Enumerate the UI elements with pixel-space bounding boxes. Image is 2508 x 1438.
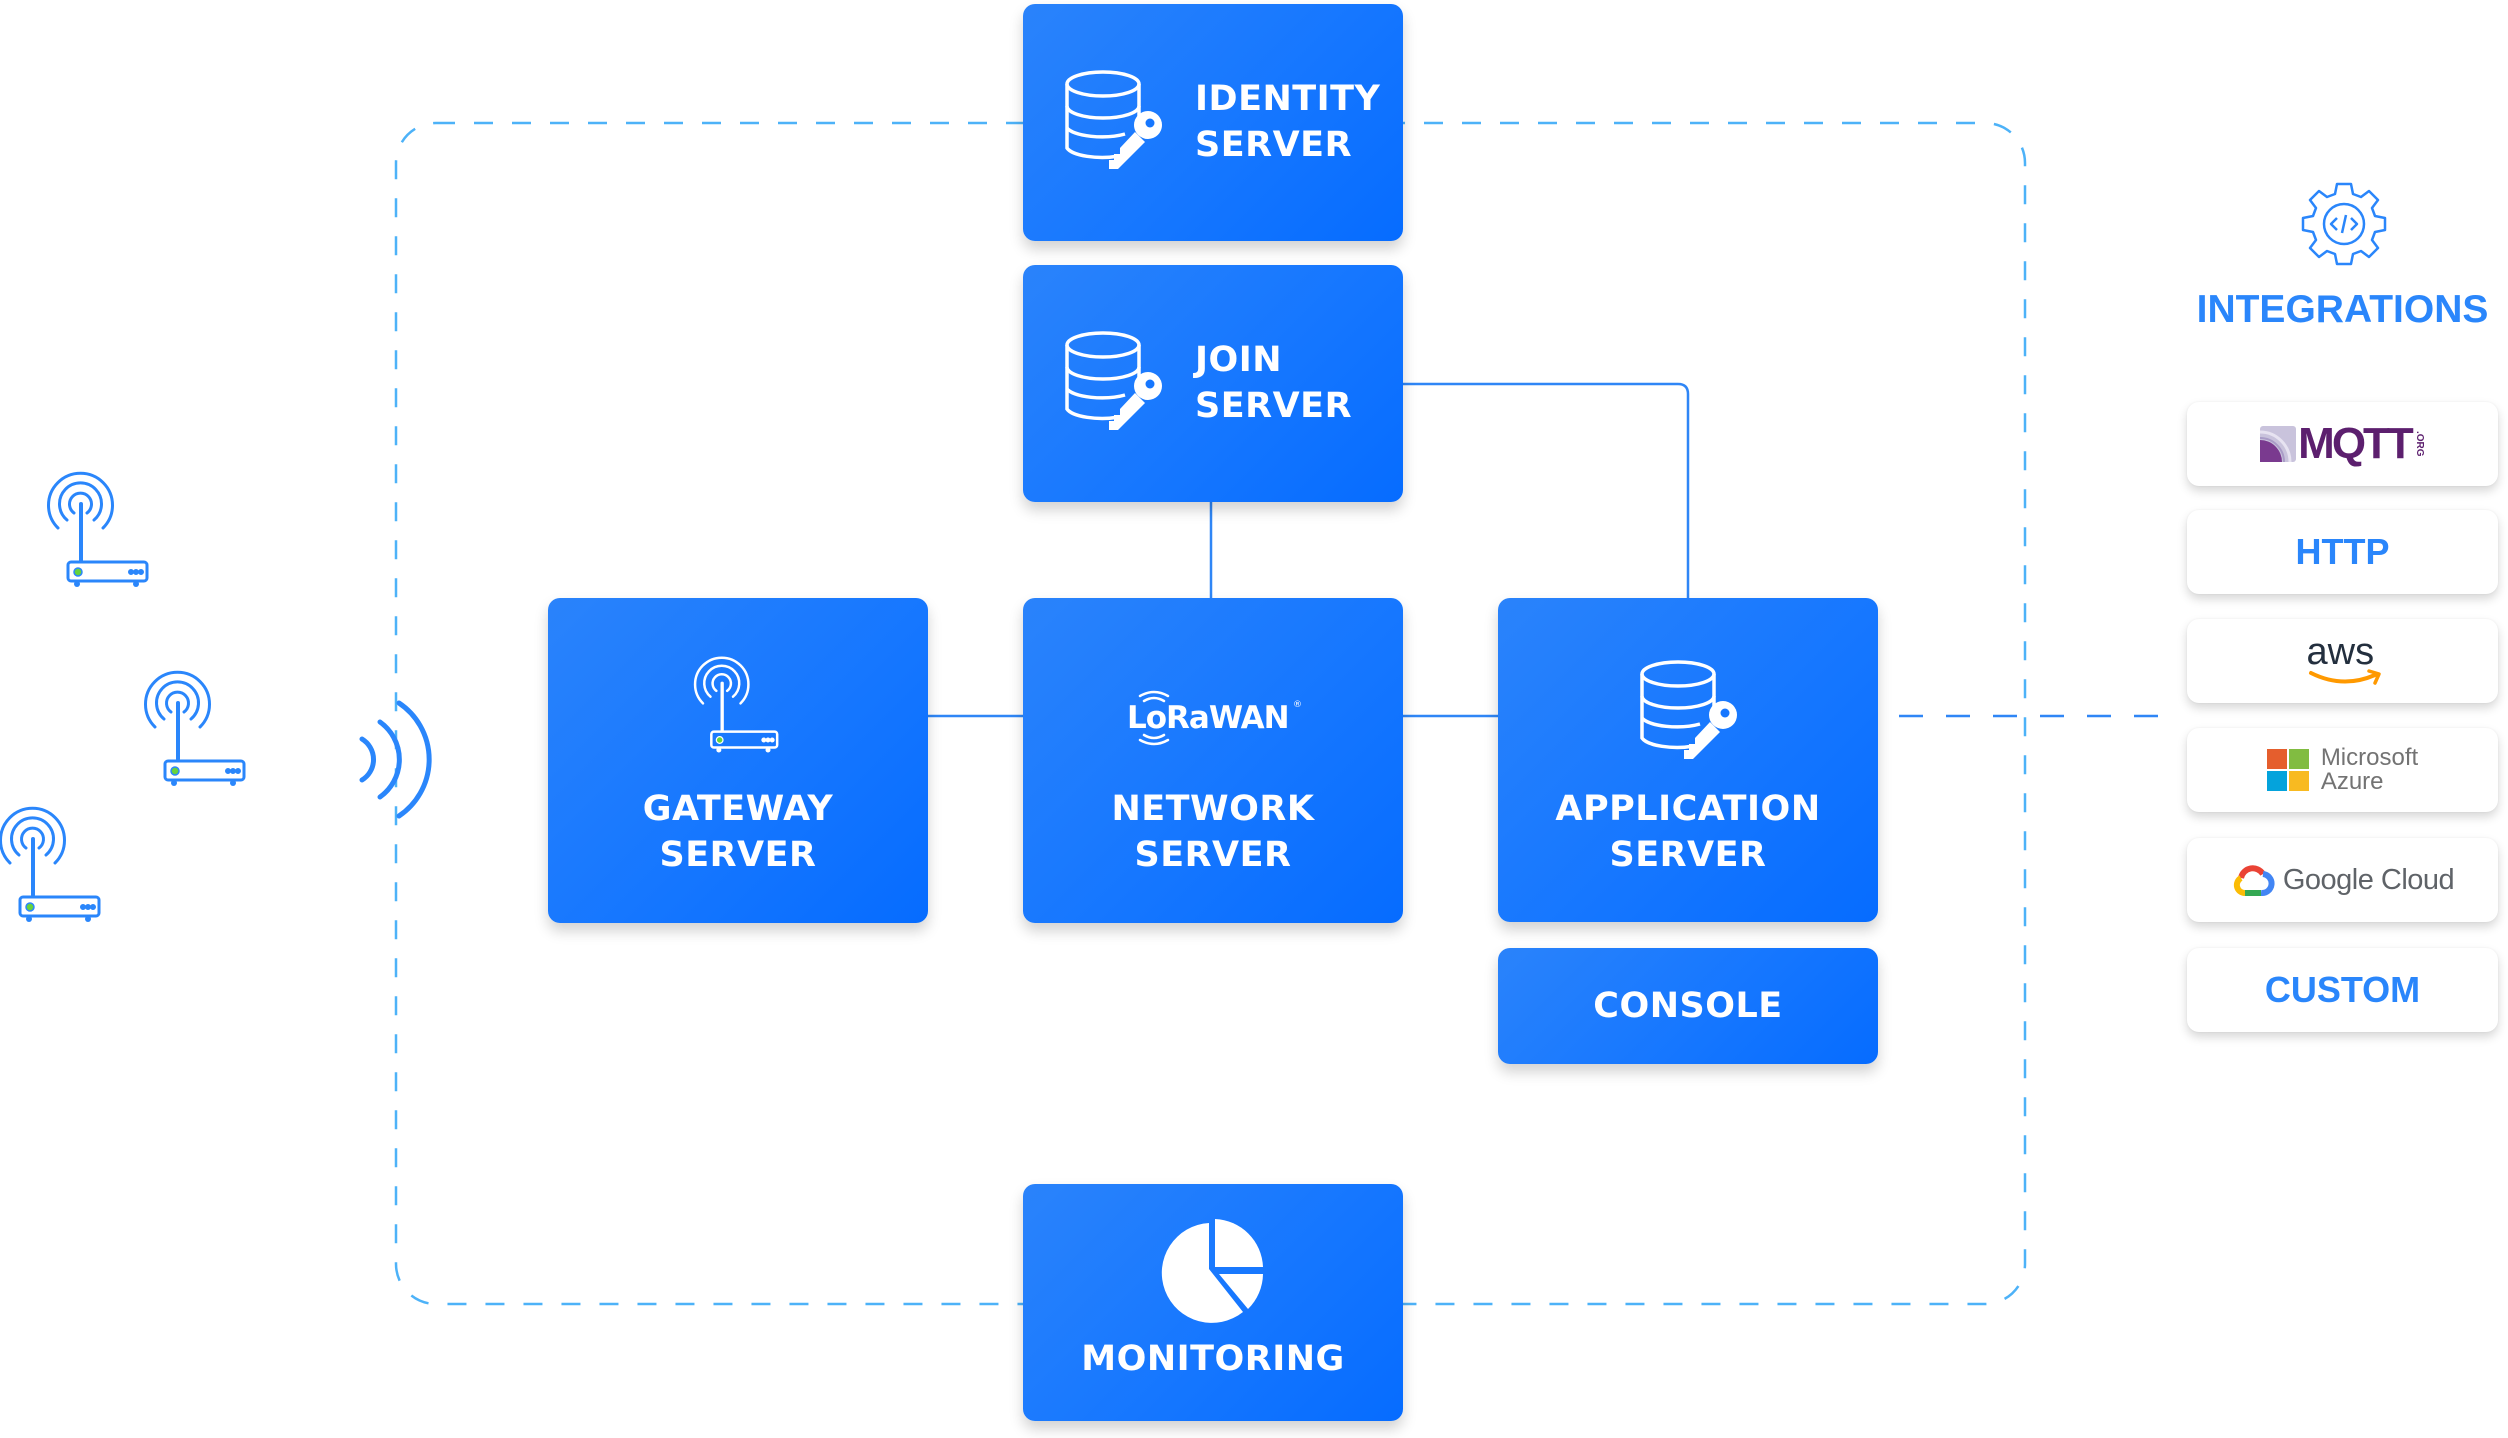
database-key-icon — [1065, 331, 1162, 430]
application-server-line1: APPLICATION — [1555, 789, 1821, 829]
gateway-router-icon — [693, 656, 779, 753]
router-antenna-icon — [0, 806, 101, 922]
http-label: HTTP — [2295, 531, 2390, 572]
identity-server-box[interactable]: IDENTITY SERVER — [1023, 4, 1403, 241]
console-label: CONSOLE — [1593, 986, 1783, 1026]
radio-waves-icon — [359, 700, 432, 819]
azure-label-line2: Azure — [2320, 768, 2384, 795]
gateway-device-2[interactable] — [137, 661, 257, 791]
integration-http[interactable]: HTTP — [2187, 510, 2498, 594]
gateway-server-line1: GATEWAY — [642, 789, 834, 829]
integration-mqtt[interactable]: MQTT .ORG — [2187, 402, 2498, 486]
gateway-device-1[interactable] — [40, 462, 160, 592]
mqtt-label: MQTT — [2298, 419, 2414, 468]
identity-server-line1: IDENTITY — [1195, 79, 1381, 119]
router-antenna-icon — [47, 471, 149, 587]
network-server-line2: SERVER — [1134, 835, 1292, 875]
monitoring-box[interactable]: MONITORING — [1023, 1184, 1403, 1421]
network-server-line1: NETWORK — [1111, 789, 1315, 829]
console-box[interactable]: CONSOLE — [1498, 948, 1878, 1064]
google-cloud-label: Google Cloud — [2282, 863, 2455, 896]
monitoring-label: MONITORING — [1081, 1339, 1345, 1379]
router-antenna-icon — [144, 670, 246, 786]
gateway-server-label: GATEWAY SERVER — [548, 786, 928, 878]
integration-google-cloud[interactable]: Google Cloud — [2187, 838, 2498, 922]
azure-label-line1: Microsoft — [2320, 744, 2419, 771]
application-server-label: APPLICATION SERVER — [1498, 786, 1878, 878]
gateway-server-box[interactable]: GATEWAY SERVER — [548, 598, 928, 923]
application-server-line2: SERVER — [1609, 835, 1767, 875]
aws-smile-icon — [2308, 669, 2381, 685]
microsoft-squares-icon — [2266, 749, 2309, 791]
database-key-icon — [1065, 70, 1162, 169]
join-server-line2: SERVER — [1195, 386, 1353, 426]
mqtt-signal-icon — [2260, 426, 2297, 463]
google-cloud-logo: Google Cloud — [2231, 863, 2455, 897]
join-server-label: JOIN SERVER — [1195, 337, 1352, 429]
aws-logo: aws — [2303, 631, 2383, 689]
custom-label: CUSTOM — [2264, 969, 2421, 1010]
azure-logo: Microsoft Azure — [2266, 744, 2419, 795]
mqtt-logo: MQTT .ORG — [2260, 419, 2425, 468]
integration-custom[interactable]: CUSTOM — [2187, 948, 2498, 1032]
gear-code-icon — [2301, 182, 2387, 266]
mqtt-org-label: .ORG — [2413, 431, 2425, 457]
identity-server-label: IDENTITY SERVER — [1195, 76, 1380, 168]
identity-server-line2: SERVER — [1195, 125, 1353, 165]
lorawan-trademark: ® — [1293, 700, 1302, 710]
database-key-icon — [1640, 660, 1737, 759]
network-server-box[interactable]: LoRaWAN ® NETWORK SERVER — [1023, 598, 1403, 923]
gateway-device-3[interactable] — [0, 797, 112, 927]
lorawan-logo: LoRaWAN ® — [1127, 688, 1302, 748]
lorawan-logo-text: LoRaWAN — [1127, 700, 1290, 736]
application-server-box[interactable]: APPLICATION SERVER — [1498, 598, 1878, 922]
integration-azure[interactable]: Microsoft Azure — [2187, 728, 2498, 812]
integration-aws[interactable]: aws — [2187, 619, 2498, 703]
join-server-line1: JOIN — [1195, 340, 1283, 380]
aws-label: aws — [2306, 631, 2375, 673]
join-server-box[interactable]: JOIN SERVER — [1023, 265, 1403, 502]
gateway-server-line2: SERVER — [659, 835, 817, 875]
pie-chart-icon — [1161, 1219, 1263, 1323]
google-cloud-icon — [2233, 865, 2275, 897]
integrations-title: INTEGRATIONS — [2196, 288, 2489, 331]
connector-join-application — [1403, 382, 1690, 598]
network-server-label: NETWORK SERVER — [1023, 786, 1403, 878]
